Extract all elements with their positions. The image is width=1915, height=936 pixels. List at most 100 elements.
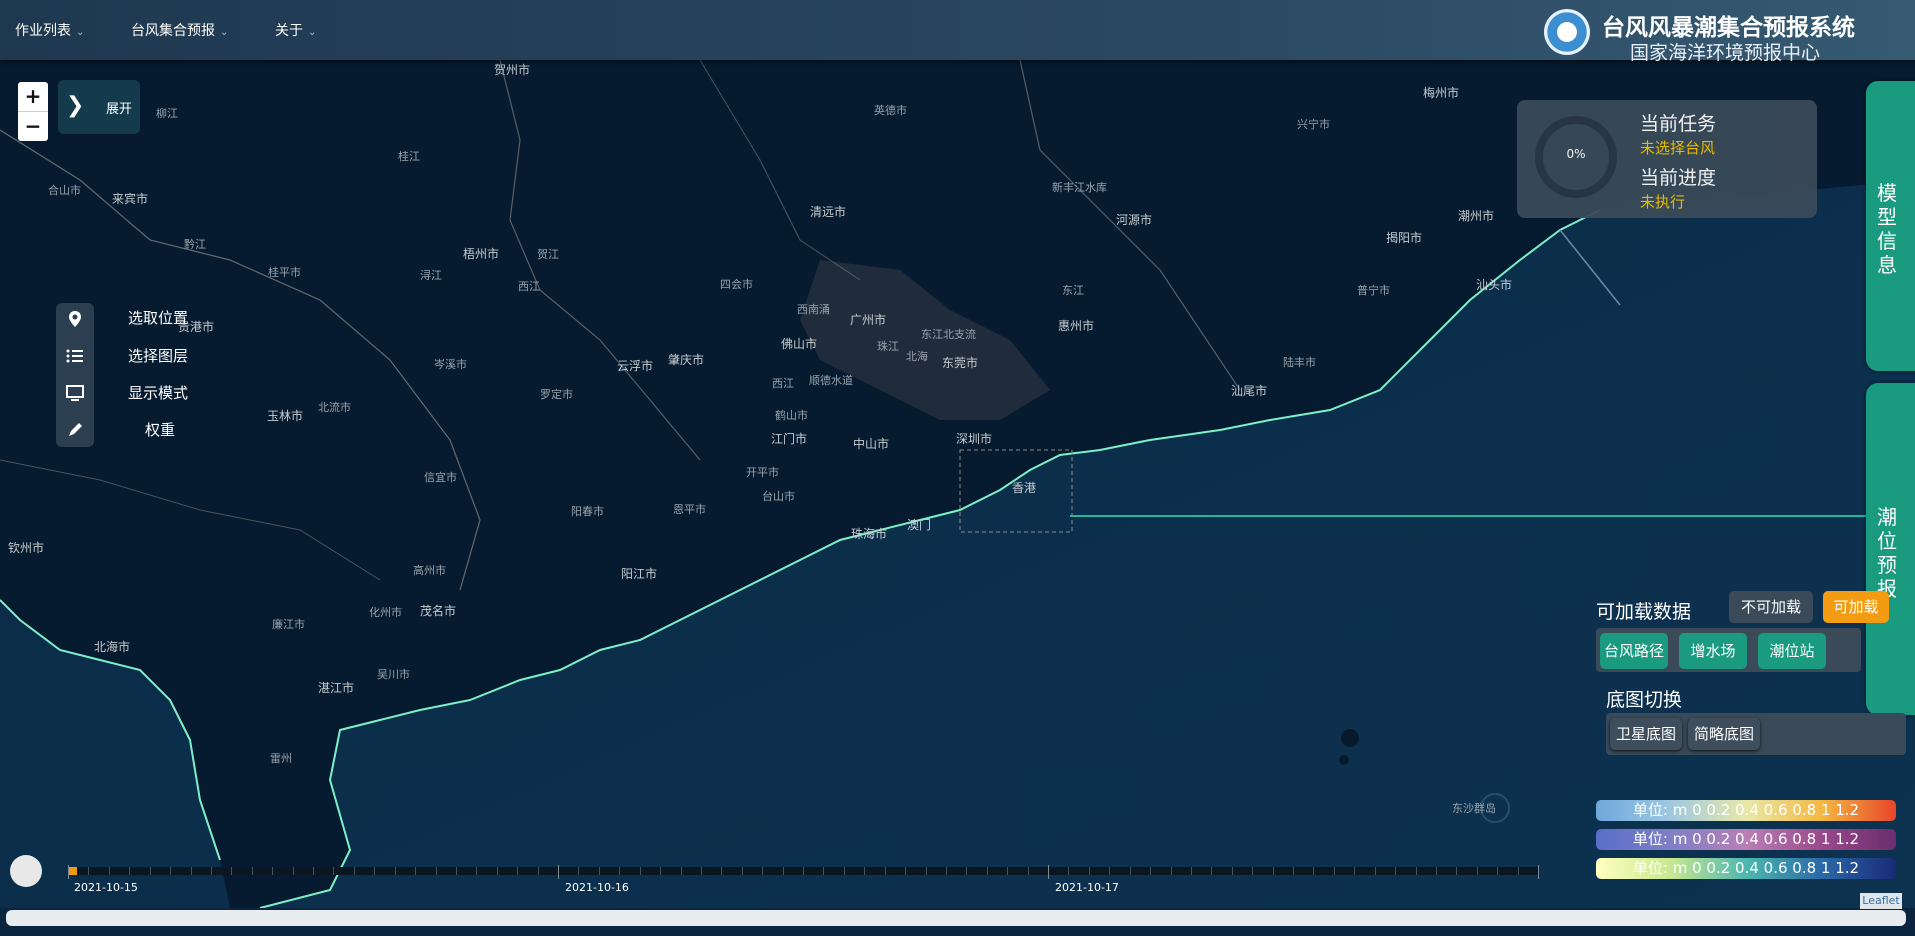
- map-place-label: 顺德水道: [809, 374, 853, 387]
- timeline-tick: [210, 867, 212, 875]
- map-place-label: 吴川市: [377, 668, 410, 681]
- timeline-tick: [843, 867, 845, 875]
- timeline-tick: [1476, 867, 1478, 875]
- timeline-tick: [1007, 867, 1009, 875]
- timeline-date-label: 2021-10-15: [74, 881, 138, 894]
- timeline-tick: [496, 867, 498, 875]
- system-subtitle: 国家海洋环境预报中心: [1630, 42, 1821, 64]
- map-place-label: 香港: [1012, 481, 1037, 495]
- map-place-label: 西江: [518, 280, 540, 293]
- tab-label: 模型信息: [1877, 181, 1897, 277]
- map-place-label: 云浮市: [617, 359, 654, 373]
- timeline-tick: [1048, 865, 1049, 879]
- typhoon-track-button[interactable]: 台风路径: [1600, 633, 1668, 669]
- expand-button[interactable]: ❯ 展开: [58, 80, 140, 134]
- menu-typhoon-ensemble[interactable]: 台风集合预报 ⌄: [131, 20, 228, 40]
- timeline-tick: [925, 867, 927, 875]
- map-place-label: 恩平市: [673, 503, 706, 516]
- timeline-tick: [578, 867, 580, 875]
- zoom-in-button[interactable]: +: [18, 82, 48, 112]
- map-place-label: 来宾市: [112, 192, 149, 206]
- timeline-tick: [700, 867, 702, 875]
- menu-job-list[interactable]: 作业列表 ⌄: [15, 20, 84, 40]
- map-place-label: 合山市: [48, 184, 81, 197]
- map-place-label: 信宜市: [424, 471, 457, 484]
- timeline-tick: [231, 867, 233, 875]
- map-place-label: 东莞市: [942, 356, 979, 370]
- timeline-tick: [517, 867, 519, 875]
- tool-label-weight[interactable]: 权重: [145, 419, 175, 440]
- timeline-tick: [313, 867, 314, 875]
- monitor-icon[interactable]: [66, 384, 84, 402]
- timeline-tick: [1538, 865, 1539, 879]
- map-place-label: 梧州市: [463, 247, 500, 261]
- map-pin-icon[interactable]: [66, 310, 84, 328]
- not-loadable-button[interactable]: 不可加载: [1729, 591, 1813, 623]
- tide-station-button[interactable]: 潮位站: [1758, 633, 1826, 669]
- tab-tide-forecast[interactable]: 潮位预报: [1866, 383, 1915, 715]
- map-place-label: 鹤山市: [775, 409, 808, 422]
- map-place-label: 黔江: [184, 238, 206, 251]
- timeline-tick: [1415, 867, 1417, 875]
- legend-unit: 单位: m: [1632, 830, 1688, 848]
- map-place-label: 肇庆市: [668, 353, 705, 367]
- surge-field-button[interactable]: 增水场: [1679, 633, 1747, 669]
- list-icon[interactable]: [66, 347, 84, 365]
- satellite-basemap-button[interactable]: 卫星底图: [1610, 718, 1682, 750]
- timeline-track[interactable]: [68, 865, 1539, 879]
- map-place-label: 英德市: [874, 104, 907, 117]
- task-status-panel: 0% 当前任务 未选择台风 当前进度 未执行: [1517, 100, 1817, 218]
- legend-values: 0 0.2 0.4 0.6 0.8 1 1.2: [1692, 801, 1860, 819]
- legend-unit: 单位: m: [1632, 859, 1688, 877]
- pencil-icon[interactable]: [66, 421, 84, 439]
- timeline-tick: [741, 867, 743, 875]
- chevron-down-icon: ⌄: [220, 27, 229, 38]
- timeline-tick: [1272, 867, 1274, 875]
- map-place-label: 开平市: [746, 466, 779, 479]
- menu-about[interactable]: 关于 ⌄: [275, 20, 316, 40]
- timeline-tick: [1109, 867, 1111, 875]
- map-place-label: 梅州市: [1423, 86, 1460, 100]
- map-place-label: 四会市: [720, 278, 753, 291]
- map-place-label: 北海市: [94, 640, 131, 654]
- tool-label-display-mode[interactable]: 显示模式: [128, 382, 188, 403]
- simple-basemap-button[interactable]: 简略底图: [1688, 718, 1760, 750]
- leaflet-attribution[interactable]: Leaflet: [1860, 893, 1902, 909]
- loadable-button[interactable]: 可加载: [1823, 591, 1889, 623]
- progress-percent: 0%: [1566, 147, 1586, 161]
- map-place-label: 清远市: [810, 205, 847, 219]
- map-place-label: 台山市: [762, 490, 795, 503]
- map-place-label: 柳江: [156, 107, 178, 120]
- timeline-progress[interactable]: [68, 867, 77, 875]
- system-title: 台风风暴潮集合预报系统: [1602, 15, 1855, 41]
- timeline-tick: [598, 867, 600, 875]
- tool-label-select-layer[interactable]: 选择图层: [128, 345, 188, 366]
- zoom-out-button[interactable]: −: [18, 112, 48, 141]
- timeline-tick: [1435, 867, 1437, 875]
- current-progress-label: 当前进度: [1640, 167, 1717, 189]
- timeline-tick: [1456, 867, 1458, 875]
- timeline-tick: [149, 867, 151, 875]
- map-place-label: 玉林市: [267, 409, 304, 423]
- map-place-label: 河源市: [1116, 213, 1153, 227]
- timeline-tick: [1313, 867, 1315, 875]
- play-button[interactable]: [10, 855, 42, 887]
- horizontal-scrollbar[interactable]: [6, 910, 1906, 926]
- chevron-down-icon: ⌄: [76, 27, 85, 38]
- map-place-label: 潮州市: [1458, 209, 1495, 223]
- tool-label-select-location[interactable]: 选取位置: [128, 307, 188, 328]
- timeline-tick: [374, 867, 376, 875]
- map-place-label: 东沙群岛: [1452, 802, 1496, 815]
- map-place-label: 桂江: [398, 150, 420, 163]
- timeline-tick: [476, 867, 478, 875]
- map-place-label: 高州市: [413, 564, 446, 577]
- timeline-tick: [1252, 867, 1254, 875]
- tab-model-info[interactable]: 模型信息: [1866, 81, 1915, 371]
- menu-label: 台风集合预报: [131, 23, 215, 39]
- map-place-label: 罗定市: [540, 388, 573, 401]
- legend-values: 0 0.2 0.4 0.6 0.8 1 1.2: [1692, 830, 1860, 848]
- timeline-tick: [272, 867, 274, 875]
- map-place-label: 廉江市: [272, 618, 305, 631]
- map-place-label: 湛江市: [318, 681, 355, 695]
- timeline-tick: [803, 867, 804, 875]
